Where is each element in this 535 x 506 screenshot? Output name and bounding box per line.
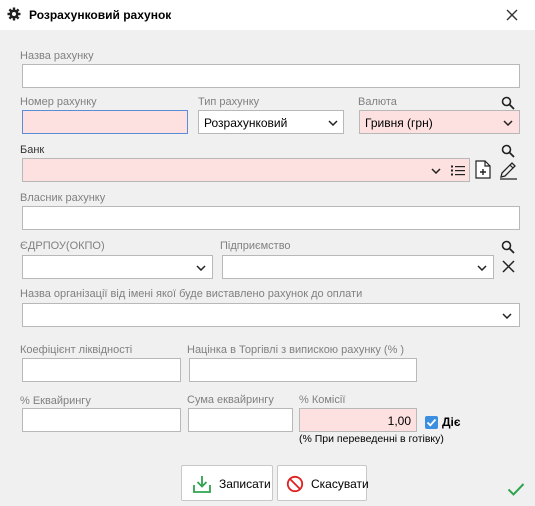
save-button[interactable]: Записати [181,465,273,501]
active-label: Діє [442,415,461,429]
cash-note: (% При переведенні в готівку) [299,433,444,445]
acquiring-pct-input[interactable] [22,408,181,432]
ok-check-icon[interactable] [507,482,525,497]
gear-icon [7,7,21,21]
active-checkbox[interactable] [425,416,438,429]
account-type-select[interactable]: Розрахунковий [198,110,344,134]
bank-search-icon[interactable] [501,144,515,158]
checkmark-icon [426,418,437,427]
acquiring-sum-input[interactable] [188,408,293,432]
owner-input[interactable] [22,206,520,230]
currency-value: Гривня (грн) [365,116,433,130]
add-document-icon[interactable] [475,160,491,179]
save-label: Записати [219,477,271,491]
window-title: Розрахунковий рахунок [29,8,172,22]
chevron-down-icon [328,120,338,126]
enterprise-label: Підприємство [220,240,291,252]
commission-label: % Комісії [299,394,346,406]
clear-icon[interactable] [502,260,515,273]
download-icon [193,476,211,493]
bank-label: Банк [20,144,45,156]
edit-pencil-icon[interactable] [498,160,518,180]
acquiring-sum-label: Сума еквайрингу [187,394,274,406]
chevron-down-icon [503,120,513,126]
chevron-down-icon [477,265,487,271]
bank-select[interactable] [22,158,470,182]
cancel-label: Скасувати [311,477,369,491]
account-name-label: Назва рахунку [20,50,94,62]
title-bar: Розрахунковий рахунок [0,0,535,30]
cancel-button[interactable]: Скасувати [277,465,369,501]
account-name-input[interactable] [22,64,520,88]
liquidity-label: Коефіцієнт ліквідності [20,344,133,356]
close-icon[interactable] [503,6,521,24]
org-name-label: Назва організації від імені якої буде ви… [20,288,363,300]
edrpou-label: ЄДРПОУ(ОКПО) [20,240,105,252]
cancel-icon [286,475,304,493]
currency-select[interactable]: Гривня (грн) [359,110,520,134]
org-name-select[interactable] [22,303,520,327]
liquidity-input[interactable] [22,358,181,382]
owner-label: Власник рахунку [20,192,106,204]
acquiring-pct-label: % Еквайрингу [20,395,91,407]
currency-search-icon[interactable] [501,96,515,110]
list-icon[interactable] [451,165,465,176]
enterprise-select[interactable] [222,255,494,279]
account-type-label: Тип рахунку [198,96,260,108]
commission-value: 1,00 [387,414,411,428]
account-number-input[interactable] [22,110,188,134]
markup-input[interactable] [189,358,417,382]
enterprise-search-icon[interactable] [501,240,515,254]
chevron-down-icon [431,168,441,174]
chevron-down-icon [502,313,512,319]
chevron-down-icon [196,265,206,271]
edrpou-select[interactable] [22,255,213,279]
commission-input[interactable]: 1,00 [299,408,417,432]
account-number-label: Номер рахунку [20,96,97,108]
account-type-value: Розрахунковий [204,116,288,130]
markup-label: Націнка в Торгівлі з випискою рахунку (%… [187,344,405,356]
currency-label: Валюта [358,96,397,108]
